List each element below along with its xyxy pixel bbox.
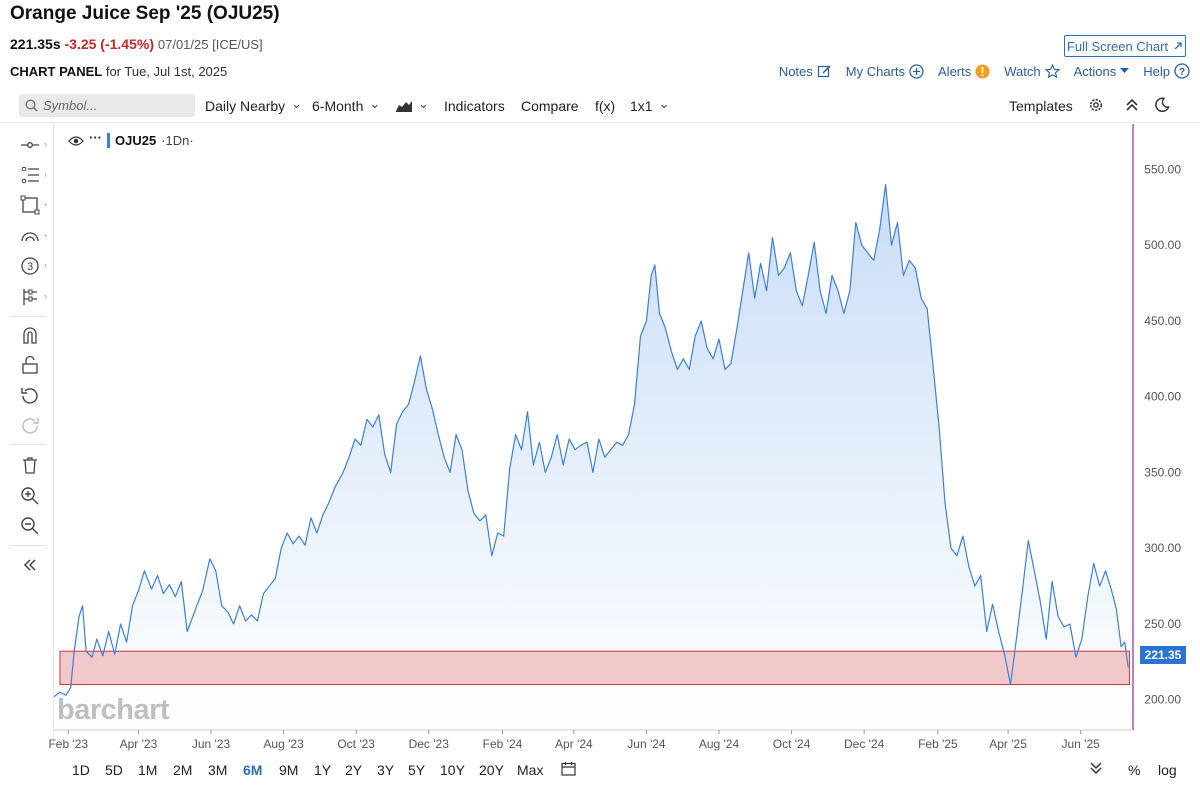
legend-symbol: OJU25	[115, 133, 157, 148]
percent-toggle[interactable]: %	[1128, 762, 1140, 778]
series-swatch	[107, 133, 110, 148]
x-tick-label: Feb '23	[48, 737, 88, 751]
period-10y[interactable]: 10Y	[440, 762, 465, 778]
chevron-double-down-icon	[1090, 762, 1102, 775]
x-tick-label: Aug '24	[699, 737, 740, 751]
period-2m[interactable]: 2M	[173, 762, 192, 778]
period-max[interactable]: Max	[517, 762, 543, 778]
x-tick-label: Jun '23	[192, 737, 231, 751]
barchart-watermark: barchart	[57, 694, 170, 726]
x-tick-label: Feb '24	[483, 737, 523, 751]
eye-icon[interactable]	[68, 135, 84, 147]
period-20y[interactable]: 20Y	[479, 762, 504, 778]
x-tick-label: Oct '23	[337, 737, 375, 751]
log-toggle[interactable]: log	[1158, 762, 1177, 778]
x-tick-label: Oct '24	[773, 737, 811, 751]
y-tick-label: 500.00	[1144, 238, 1181, 252]
price-chart[interactable]: 200.00 250.00 300.00 350.00 400.00 450.00 500.…	[0, 0, 1200, 794]
y-tick-label: 250.00	[1144, 617, 1181, 631]
last-price-tag: 221.35	[1140, 646, 1186, 664]
y-tick-label: 450.00	[1144, 314, 1181, 328]
period-bar: 1D 5D 1M 2M 3M 6M 9M 1Y 2Y 3Y 5Y 10Y 20Y…	[0, 756, 1200, 784]
x-tick-label: Apr '23	[120, 737, 158, 751]
y-tick-label: 200.00	[1144, 693, 1181, 707]
calendar-icon	[561, 762, 576, 776]
period-5d[interactable]: 5D	[105, 762, 123, 778]
support-zone	[59, 650, 1130, 686]
x-tick-label: Feb '25	[918, 737, 958, 751]
period-1y[interactable]: 1Y	[314, 762, 331, 778]
period-3m[interactable]: 3M	[208, 762, 227, 778]
period-6m[interactable]: 6M	[243, 762, 262, 778]
period-3y[interactable]: 3Y	[377, 762, 394, 778]
x-tick-label: Dec '24	[844, 737, 885, 751]
x-tick-label: Apr '24	[555, 737, 593, 751]
chart-legend[interactable]: ··· OJU25 ·1Dn·	[68, 130, 194, 148]
y-tick-label: 350.00	[1144, 465, 1181, 479]
more-dots-icon[interactable]: ···	[89, 130, 102, 145]
period-1d[interactable]: 1D	[72, 762, 90, 778]
x-tick-label: Apr '25	[989, 737, 1027, 751]
x-tick-label: Aug '23	[263, 737, 304, 751]
date-range-button[interactable]	[561, 761, 576, 779]
price-area-fill	[54, 184, 1129, 731]
x-tick-label: Jun '24	[627, 737, 666, 751]
x-tick-label: Jun '25	[1061, 737, 1100, 751]
y-tick-label: 550.00	[1144, 162, 1181, 176]
legend-interval: ·1Dn·	[161, 133, 194, 148]
period-5y[interactable]: 5Y	[408, 762, 425, 778]
y-tick-label: 300.00	[1144, 541, 1181, 555]
period-2y[interactable]: 2Y	[345, 762, 362, 778]
period-9m[interactable]: 9M	[279, 762, 298, 778]
expand-down-button[interactable]	[1089, 760, 1103, 779]
period-1m[interactable]: 1M	[138, 762, 157, 778]
x-tick-label: Dec '23	[409, 737, 450, 751]
y-tick-label: 400.00	[1144, 390, 1181, 404]
